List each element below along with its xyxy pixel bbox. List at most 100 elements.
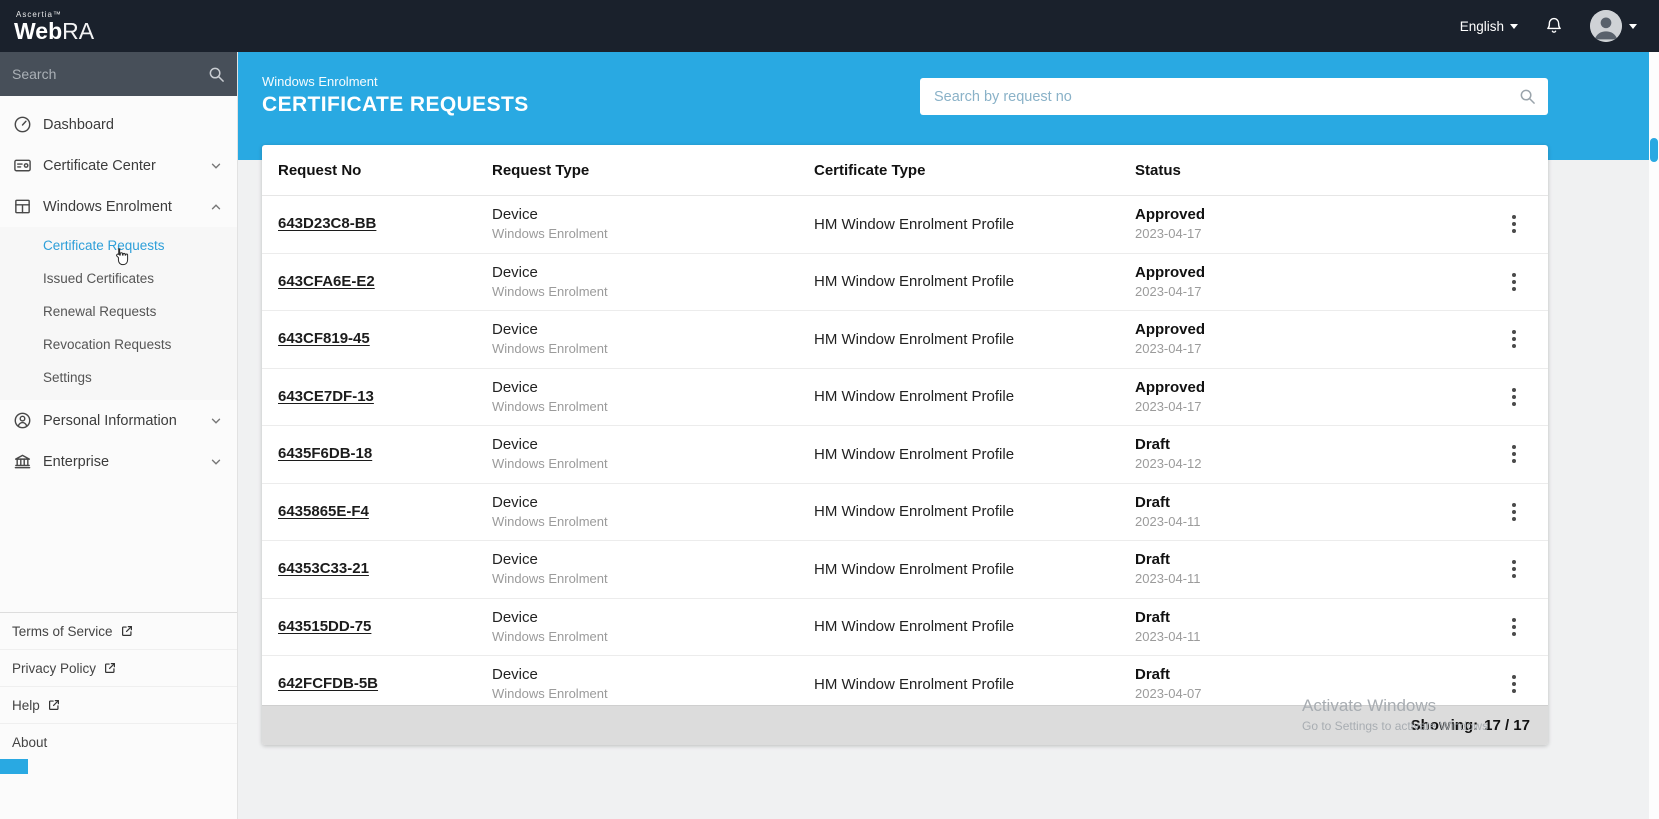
webra-app: Ascertia™ WebRA English [0,0,1659,819]
sidebar-item-settings[interactable]: Settings [0,361,237,394]
request-type-cell: Device Windows Enrolment [492,608,814,646]
sidebar-search [0,52,237,96]
table-header-row: Request No Request Type Certificate Type… [262,145,1548,196]
table-row: 64353C33-21 Device Windows Enrolment HM … [262,541,1548,599]
chevron-down-icon [209,159,223,173]
table-row: 6435865E-F4 Device Windows Enrolment HM … [262,484,1548,542]
row-actions-kebab-icon[interactable] [1506,554,1522,584]
terms-of-service-link[interactable]: Terms of Service [0,613,237,650]
search-icon [208,66,225,83]
sidebar-item-label: Certificate Center [43,158,198,174]
sidebar-nav: Dashboard Certificate Center [0,96,237,482]
privacy-policy-link[interactable]: Privacy Policy [0,650,237,687]
language-selector[interactable]: English [1460,19,1518,34]
certificate-type-cell: HM Window Enrolment Profile [814,503,1135,520]
sidebar-search-input[interactable] [12,66,208,82]
user-menu[interactable] [1590,10,1637,42]
certificate-type-cell: HM Window Enrolment Profile [814,216,1135,233]
request-no-link[interactable]: 643CFA6E-E2 [278,273,375,290]
row-actions-kebab-icon[interactable] [1506,209,1522,239]
sidebar-item-label: Dashboard [43,117,223,133]
notifications-bell-icon[interactable] [1544,16,1564,36]
breadcrumb: Windows Enrolment [262,74,529,89]
topbar-right: English [1460,10,1637,42]
page-title: CERTIFICATE REQUESTS [262,93,529,117]
requests-table-card: Request No Request Type Certificate Type… [262,145,1548,745]
sidebar-item-enterprise[interactable]: Enterprise [0,441,237,482]
sidebar-item-certificate-requests[interactable]: Certificate Requests [0,229,237,262]
sidebar-item-personal-information[interactable]: Personal Information [0,400,237,441]
status-cell: Draft 2023-04-11 [1135,608,1480,646]
vertical-scrollbar-thumb[interactable] [1650,138,1658,162]
table-body: 643D23C8-BB Device Windows Enrolment HM … [262,196,1548,714]
row-actions-kebab-icon[interactable] [1506,324,1522,354]
chevron-down-icon [1629,24,1637,29]
request-no-link[interactable]: 643CF819-45 [278,330,370,347]
request-no-link[interactable]: 643D23C8-BB [278,215,376,232]
footer-link-label: About [12,735,47,750]
dashboard-icon [13,115,32,134]
column-header-status: Status [1135,162,1480,179]
sub-item-label: Certificate Requests [43,238,165,253]
request-type-cell: Device Windows Enrolment [492,665,814,703]
request-type-cell: Device Windows Enrolment [492,378,814,416]
footer-link-label: Privacy Policy [12,661,96,676]
sidebar-item-label: Personal Information [43,413,198,429]
sidebar-item-windows-enrolment[interactable]: Windows Enrolment [0,186,237,227]
vertical-scrollbar-track [1649,52,1659,819]
row-actions-kebab-icon[interactable] [1506,382,1522,412]
external-link-icon [120,624,134,638]
sidebar-item-renewal-requests[interactable]: Renewal Requests [0,295,237,328]
sidebar-item-revocation-requests[interactable]: Revocation Requests [0,328,237,361]
status-cell: Draft 2023-04-11 [1135,493,1480,531]
row-actions-kebab-icon[interactable] [1506,669,1522,699]
corner-accent [0,759,28,774]
request-type-cell: Device Windows Enrolment [492,493,814,531]
request-type-cell: Device Windows Enrolment [492,205,814,243]
sidebar-item-label: Windows Enrolment [43,199,198,215]
topbar: Ascertia™ WebRA English [0,0,1659,52]
help-link[interactable]: Help [0,687,237,724]
sidebar-item-dashboard[interactable]: Dashboard [0,104,237,145]
request-type-cell: Device Windows Enrolment [492,550,814,588]
certificate-type-cell: HM Window Enrolment Profile [814,331,1135,348]
status-cell: Draft 2023-04-07 [1135,665,1480,703]
column-header-request-type: Request Type [492,162,814,179]
row-actions-kebab-icon[interactable] [1506,497,1522,527]
id-card-icon [13,156,32,175]
about-link[interactable]: About [0,724,237,761]
status-cell: Approved 2023-04-17 [1135,205,1480,243]
sidebar-item-label: Enterprise [43,454,198,470]
request-search-input[interactable] [934,89,1519,105]
row-actions-kebab-icon[interactable] [1506,267,1522,297]
request-no-link[interactable]: 6435865E-F4 [278,503,369,520]
sub-item-label: Issued Certificates [43,271,154,286]
brand-webra: WebRA [14,18,94,44]
table-footer: Showing:17 / 17 [262,705,1548,745]
request-no-link[interactable]: 642FCFDB-5B [278,675,378,692]
footer-link-label: Help [12,698,40,713]
sidebar-item-certificate-center[interactable]: Certificate Center [0,145,237,186]
certificate-type-cell: HM Window Enrolment Profile [814,446,1135,463]
status-cell: Draft 2023-04-12 [1135,435,1480,473]
sub-item-label: Settings [43,370,92,385]
request-no-link[interactable]: 64353C33-21 [278,560,369,577]
request-no-link[interactable]: 643CE7DF-13 [278,388,374,405]
sub-item-label: Revocation Requests [43,337,171,352]
table-row: 6435F6DB-18 Device Windows Enrolment HM … [262,426,1548,484]
sidebar-item-issued-certificates[interactable]: Issued Certificates [0,262,237,295]
table-row: 643CE7DF-13 Device Windows Enrolment HM … [262,369,1548,427]
search-icon[interactable] [1519,88,1536,105]
footer-link-label: Terms of Service [12,624,113,639]
bank-icon [13,452,32,471]
request-search [920,78,1548,115]
row-actions-kebab-icon[interactable] [1506,439,1522,469]
avatar [1590,10,1622,42]
sidebar-footer: Terms of Service Privacy Policy Help [0,612,237,761]
request-no-link[interactable]: 643515DD-75 [278,618,371,635]
status-cell: Draft 2023-04-11 [1135,550,1480,588]
row-actions-kebab-icon[interactable] [1506,612,1522,642]
request-no-link[interactable]: 6435F6DB-18 [278,445,372,462]
app-logo[interactable]: Ascertia™ WebRA [14,9,94,43]
showing-count: Showing:17 / 17 [1411,717,1530,734]
